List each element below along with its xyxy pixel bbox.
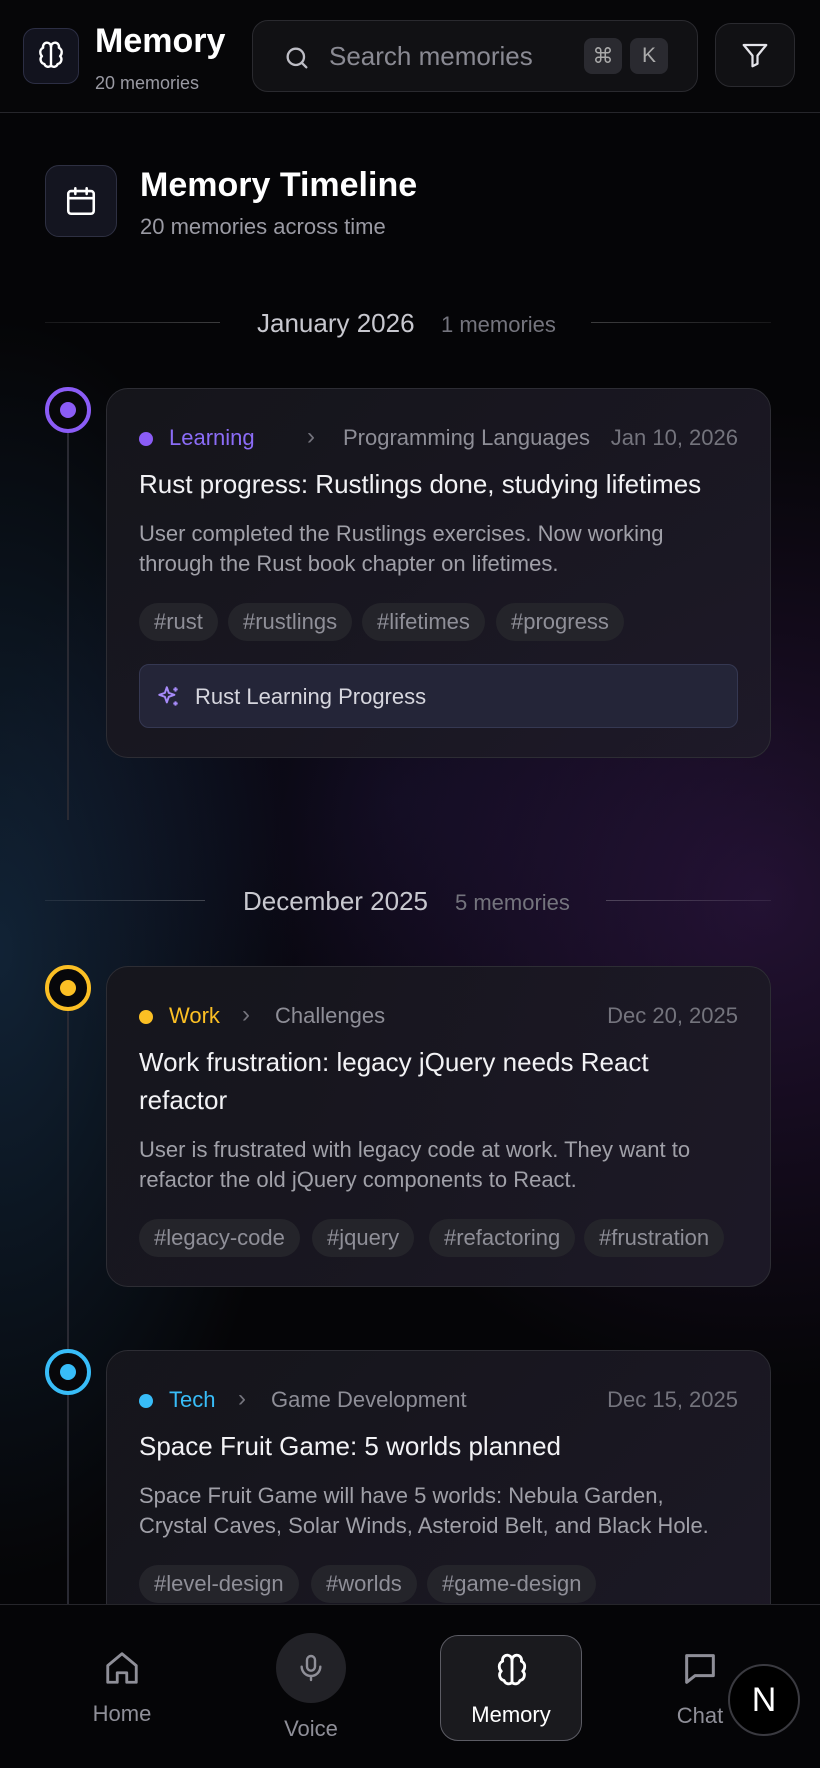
calendar-badge: [45, 165, 117, 237]
timeline-rail: [67, 988, 69, 1604]
nav-chat[interactable]: Chat: [665, 1649, 735, 1739]
tag-list: #level-design #worlds #game-design: [139, 1565, 750, 1603]
memory-date: Dec 15, 2025: [607, 1387, 738, 1412]
nav-voice[interactable]: Voice: [273, 1633, 349, 1743]
memory-description: Space Fruit Game will have 5 worlds: Neb…: [139, 1483, 709, 1538]
card-meta: Tech › Game Development Dec 15, 2025: [139, 1385, 738, 1415]
memory-title: Space Fruit Game: 5 worlds planned: [139, 1431, 561, 1461]
brain-icon: [497, 1653, 527, 1686]
tag[interactable]: #progress: [496, 603, 624, 641]
nav-home[interactable]: Home: [82, 1649, 162, 1739]
page-title: Memory Timeline: [140, 166, 418, 204]
timeline-node-work: [45, 965, 91, 1011]
tag[interactable]: #jquery: [312, 1219, 415, 1257]
category-label: Tech: [169, 1387, 216, 1412]
card-meta: Work › Challenges Dec 20, 2025: [139, 1001, 738, 1031]
memory-title: Work frustration: legacy jQuery needs Re…: [139, 1047, 649, 1115]
memory-card[interactable]: Learning › Programming Languages Jan 10,…: [106, 388, 771, 758]
tag[interactable]: #level-design: [139, 1565, 299, 1603]
brain-logo[interactable]: [23, 28, 79, 84]
microphone-icon: [300, 1654, 322, 1682]
assistant-avatar-badge[interactable]: N: [728, 1664, 800, 1736]
subcategory-label: Game Development: [271, 1387, 467, 1412]
search-bar[interactable]: ⌘ K: [252, 20, 698, 92]
nav-memory-label: Memory: [471, 1702, 551, 1727]
nav-memory-active[interactable]: Memory: [440, 1635, 582, 1741]
voice-button[interactable]: [276, 1633, 346, 1703]
chevron-right-icon: ›: [238, 1385, 246, 1412]
month-separator-january: January 2026 1 memories: [45, 302, 771, 342]
timeline-node-learning: [45, 387, 91, 433]
app-root: Memory 20 memories ⌘ K Memory Timeline 2…: [0, 0, 820, 1768]
month-count: 5 memories: [455, 890, 570, 915]
month-label: January 2026: [257, 308, 415, 338]
tag[interactable]: #frustration: [584, 1219, 725, 1257]
filter-icon: [742, 43, 768, 68]
tag[interactable]: #refactoring: [429, 1219, 576, 1257]
memory-description: User is frustrated with legacy code at w…: [139, 1137, 691, 1192]
subcategory-label: Challenges: [275, 1003, 386, 1028]
category-label: Work: [169, 1003, 220, 1028]
chat-icon: [685, 1654, 715, 1684]
nav-voice-label: Voice: [284, 1716, 338, 1741]
memory-count: 20 memories: [95, 73, 200, 93]
tag[interactable]: #game-design: [427, 1565, 597, 1603]
separator-line: [45, 322, 220, 323]
nav-chat-label: Chat: [676, 1703, 724, 1728]
tag[interactable]: #lifetimes: [362, 603, 485, 641]
category-dot: [139, 432, 153, 446]
chevron-right-icon: ›: [242, 1001, 250, 1028]
month-separator-december: December 2025 5 memories: [45, 880, 771, 920]
chevron-right-icon: ›: [307, 423, 315, 450]
tag[interactable]: #worlds: [311, 1565, 417, 1603]
subcategory-label: Programming Languages: [343, 425, 591, 450]
timeline-node-tech: [45, 1349, 91, 1395]
tag[interactable]: #rust: [139, 603, 218, 641]
app-title: Memory: [95, 22, 226, 60]
memory-card[interactable]: Work › Challenges Dec 20, 2025 Work frus…: [106, 966, 771, 1287]
category-label: Learning: [169, 425, 255, 450]
search-icon: [286, 47, 308, 69]
linked-collection-label: Rust Learning Progress: [195, 684, 427, 709]
category-dot: [139, 1010, 153, 1024]
month-count: 1 memories: [441, 312, 556, 337]
tag[interactable]: #legacy-code: [139, 1219, 300, 1257]
brain-icon: [39, 41, 63, 68]
memory-description: User completed the Rustlings exercises. …: [139, 521, 664, 576]
calendar-icon: [66, 186, 96, 216]
filter-button[interactable]: [715, 23, 795, 87]
memory-date: Jan 10, 2026: [610, 425, 738, 450]
page-subtitle: 20 memories across time: [140, 214, 386, 239]
nav-home-label: Home: [92, 1701, 152, 1726]
tag-list: #rust #rustlings #lifetimes #progress: [139, 603, 750, 641]
separator-line: [606, 900, 771, 901]
month-label: December 2025: [243, 886, 428, 916]
top-header: Memory 20 memories ⌘ K: [0, 0, 820, 113]
tag-list: #legacy-code #jquery #refactoring #frust…: [139, 1219, 750, 1257]
bottom-nav: Home Voice Memory Chat: [0, 1604, 820, 1768]
timeline-rail: [67, 410, 69, 820]
kbd-cmd-key: ⌘: [584, 38, 622, 74]
separator-line: [45, 900, 205, 901]
memory-date: Dec 20, 2025: [607, 1003, 738, 1028]
category-dot: [139, 1394, 153, 1408]
separator-line: [591, 322, 771, 323]
tag[interactable]: #rustlings: [228, 603, 353, 641]
card-meta: Learning › Programming Languages Jan 10,…: [139, 423, 738, 453]
sparkles-icon: [158, 686, 178, 706]
kbd-k-key: K: [630, 38, 668, 74]
memory-title: Rust progress: Rustlings done, studying …: [139, 469, 702, 499]
search-input[interactable]: [329, 21, 579, 91]
linked-collection[interactable]: Rust Learning Progress: [139, 664, 738, 728]
home-icon: [106, 1652, 138, 1684]
